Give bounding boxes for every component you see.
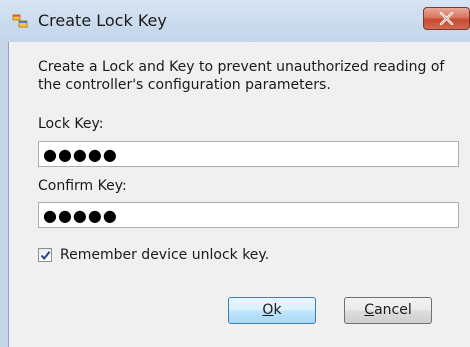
application-window-icon xyxy=(12,13,28,29)
confirm-key-label: Confirm Key: xyxy=(38,178,127,194)
close-icon xyxy=(439,12,454,25)
ok-mnemonic: O xyxy=(262,302,274,318)
dialog-body: Create a Lock and Key to prevent unautho… xyxy=(8,42,470,347)
ok-button[interactable]: Ok xyxy=(228,297,316,324)
cancel-mnemonic: C xyxy=(364,302,375,318)
dialog-window: Create Lock Key Create a Lock and Key to… xyxy=(0,0,470,347)
lock-key-label: Lock Key: xyxy=(38,116,104,132)
dialog-description: Create a Lock and Key to prevent unautho… xyxy=(38,59,445,93)
checkmark-icon xyxy=(40,251,51,261)
remember-key-checkbox[interactable] xyxy=(38,248,52,262)
remember-key-label: Remember device unlock key. xyxy=(60,247,270,263)
close-button[interactable] xyxy=(423,7,470,30)
lock-key-input[interactable] xyxy=(38,141,459,167)
confirm-key-input[interactable] xyxy=(38,202,459,228)
window-title: Create Lock Key xyxy=(38,11,167,30)
ok-label-rest: k xyxy=(273,302,282,318)
title-bar[interactable]: Create Lock Key xyxy=(0,0,470,42)
cancel-label-rest: ancel xyxy=(374,302,412,318)
cancel-button[interactable]: Cancel xyxy=(344,297,432,324)
